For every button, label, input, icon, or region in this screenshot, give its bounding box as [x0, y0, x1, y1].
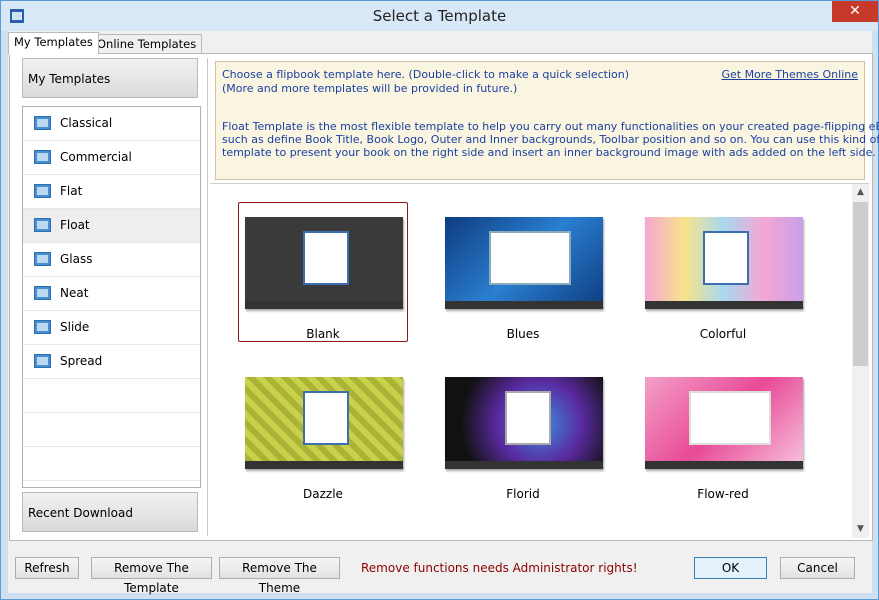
theme-thumbnail: [445, 217, 603, 309]
list-item-label: Spread: [60, 354, 103, 368]
theme-label: Flow-red: [697, 487, 749, 501]
list-item[interactable]: Neat: [23, 277, 200, 311]
scroll-thumb[interactable]: [853, 202, 868, 366]
template-icon: [34, 354, 51, 368]
template-icon: [34, 252, 51, 266]
gallery-scrollbar[interactable]: ▲ ▼: [852, 184, 869, 538]
theme-thumbnail: [645, 217, 803, 309]
list-item-empty: [23, 447, 200, 481]
list-item-empty: [23, 413, 200, 447]
list-item[interactable]: Flat: [23, 175, 200, 209]
template-icon: [34, 150, 51, 164]
list-item-label: Flat: [60, 184, 83, 198]
theme-card-blank[interactable]: Blank: [238, 202, 408, 342]
theme-label: Colorful: [699, 327, 747, 341]
list-item-label: Commercial: [60, 150, 132, 164]
recent-download-button[interactable]: Recent Download: [22, 492, 198, 532]
template-description: Float Template is the most flexible temp…: [222, 120, 879, 133]
title-bar: Select a Template ✕: [1, 1, 878, 31]
remove-theme-button[interactable]: Remove The Theme: [219, 557, 340, 595]
list-item-label: Glass: [60, 252, 93, 266]
tab-online-templates[interactable]: Online Templates: [91, 34, 203, 55]
template-description: such as define Book Title, Book Logo, Ou…: [222, 133, 879, 146]
bottom-button-bar: Refresh Remove The Template Remove The T…: [8, 543, 872, 595]
theme-label: Blues: [506, 327, 540, 341]
theme-thumbnail: [245, 217, 403, 309]
template-description: template to present your book on the rig…: [222, 146, 876, 159]
theme-card-colorful[interactable]: Colorful: [638, 202, 808, 342]
theme-card-blues[interactable]: Blues: [438, 202, 608, 342]
refresh-button[interactable]: Refresh: [15, 557, 79, 579]
theme-thumbnail: [645, 377, 803, 469]
list-item-label: Slide: [60, 320, 90, 334]
template-icon: [34, 286, 51, 300]
window-title: Select a Template: [372, 7, 507, 25]
list-item-label: Float: [60, 218, 90, 232]
admin-warning: Remove functions needs Administrator rig…: [361, 561, 638, 575]
list-item[interactable]: Spread: [23, 345, 200, 379]
dialog-client: My Templates Online Templates My Templat…: [8, 31, 879, 595]
theme-card-dazzle[interactable]: Dazzle: [238, 362, 408, 502]
list-item[interactable]: Slide: [23, 311, 200, 345]
theme-label: Blank: [306, 327, 340, 341]
list-item[interactable]: Classical: [23, 107, 200, 141]
template-icon: [34, 184, 51, 198]
my-templates-group-button[interactable]: My Templates: [22, 58, 198, 98]
theme-card-florid[interactable]: Florid: [438, 362, 608, 502]
info-panel: Choose a flipbook template here. (Double…: [215, 61, 879, 180]
list-item-label: Neat: [60, 286, 89, 300]
template-list: Classical Commercial Flat Float Glass Ne…: [22, 106, 201, 488]
info-note: (More and more templates will be provide…: [222, 82, 518, 95]
panel-divider: [207, 58, 208, 536]
scroll-down-icon[interactable]: ▼: [852, 521, 869, 538]
theme-card-flow-red[interactable]: Flow-red: [638, 362, 808, 502]
remove-template-button[interactable]: Remove The Template: [91, 557, 212, 595]
info-instructions: Choose a flipbook template here. (Double…: [222, 68, 629, 81]
theme-thumbnail: [245, 377, 403, 469]
list-item[interactable]: Commercial: [23, 141, 200, 175]
template-icon: [34, 116, 51, 130]
theme-gallery: Blank Blues Colorful Dazzle Florid Flow-…: [210, 183, 869, 538]
list-item[interactable]: Glass: [23, 243, 200, 277]
list-item[interactable]: Float: [23, 209, 200, 243]
get-more-themes-link[interactable]: Get More Themes Online: [721, 68, 858, 81]
ok-button[interactable]: OK: [694, 557, 767, 579]
theme-label: Florid: [506, 487, 540, 501]
template-icon: [34, 218, 51, 232]
dialog-window: Select a Template ✕ My Templates Online …: [0, 0, 879, 600]
list-item-label: Classical: [60, 116, 113, 130]
close-button[interactable]: ✕: [832, 1, 878, 22]
template-icon: [34, 320, 51, 334]
list-item-empty: [23, 379, 200, 413]
template-category-panel: My Templates Classical Commercial Flat F…: [14, 58, 202, 536]
tab-my-templates[interactable]: My Templates: [8, 32, 99, 55]
theme-thumbnail: [445, 377, 603, 469]
cancel-button[interactable]: Cancel: [780, 557, 855, 579]
theme-label: Dazzle: [303, 487, 343, 501]
scroll-up-icon[interactable]: ▲: [852, 184, 869, 201]
tab-pane: My Templates Classical Commercial Flat F…: [9, 53, 879, 541]
